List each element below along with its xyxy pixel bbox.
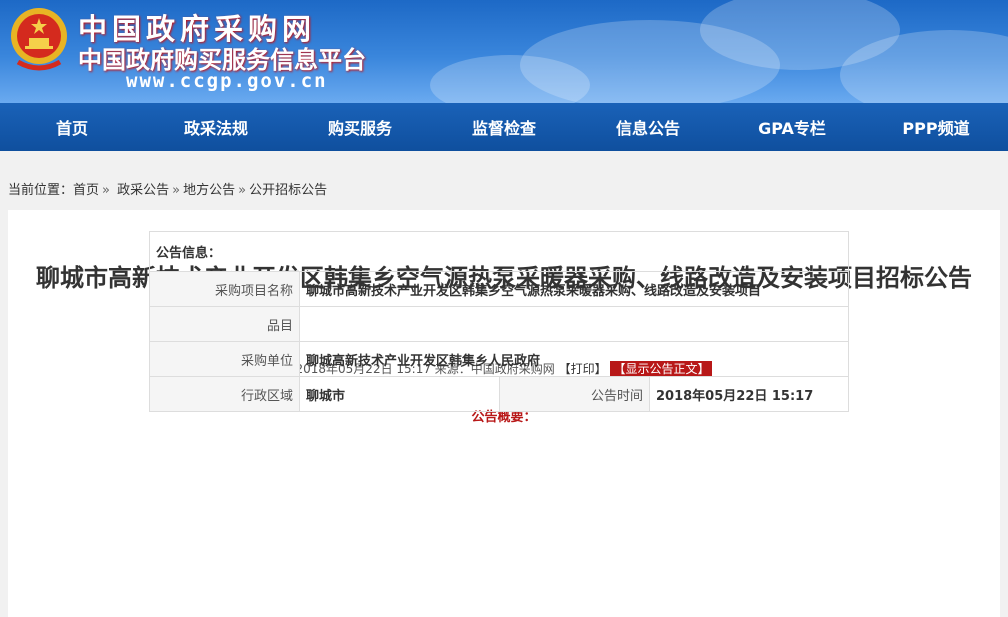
- nav-item-supervision[interactable]: 监督检查: [432, 103, 576, 151]
- table-row: 采购单位 聊城高新技术产业开发区韩集乡人民政府: [149, 341, 849, 377]
- item-label: 品目: [149, 306, 300, 342]
- nav-item-announcements[interactable]: 信息公告: [576, 103, 720, 151]
- breadcrumb-local-notices[interactable]: 地方公告: [183, 183, 235, 198]
- national-emblem-icon: [11, 8, 67, 71]
- item-value: [299, 306, 849, 342]
- table-header-row: 公告信息：: [149, 231, 849, 272]
- table-row: 品目: [149, 306, 849, 342]
- breadcrumb-home[interactable]: 首页: [73, 183, 99, 198]
- nav-item-gpa[interactable]: GPA专栏: [720, 103, 864, 151]
- announcement-time-label: 公告时间: [499, 376, 650, 412]
- table-row: 行政区域 聊城市 公告时间 2018年05月22日 15:17: [149, 376, 849, 412]
- nav-item-home[interactable]: 首页: [0, 103, 144, 151]
- breadcrumb-separator: »: [238, 183, 247, 198]
- breadcrumb: 当前位置：首页» 政采公告» 地方公告» 公开招标公告: [8, 179, 327, 198]
- region-value: 聊城市: [299, 376, 500, 412]
- table-row: 采购项目名称 聊城市高新技术产业开发区韩集乡空气源热泵采暖器采购、线路改造及安装…: [149, 271, 849, 307]
- nav-item-purchase-services[interactable]: 购买服务: [288, 103, 432, 151]
- breadcrumb-gov-procurement-notices[interactable]: 政采公告: [117, 183, 169, 198]
- header-banner: 中国政府采购网 中国政府购买服务信息平台 www.ccgp.gov.cn: [0, 0, 1008, 103]
- nav-item-regulations[interactable]: 政采法规: [144, 103, 288, 151]
- table-header-cell: 公告信息：: [149, 231, 849, 272]
- breadcrumb-separator: »: [102, 183, 110, 198]
- site-url[interactable]: www.ccgp.gov.cn: [126, 70, 328, 92]
- project-name-value: 聊城市高新技术产业开发区韩集乡空气源热泵采暖器采购、线路改造及安装项目: [299, 271, 849, 307]
- buyer-value: 聊城高新技术产业开发区韩集乡人民政府: [299, 341, 849, 377]
- project-name-label: 采购项目名称: [149, 271, 300, 307]
- breadcrumb-public-tender-notices[interactable]: 公开招标公告: [249, 183, 327, 198]
- region-label: 行政区域: [149, 376, 300, 412]
- main-nav: 首页 政采法规 购买服务 监督检查 信息公告 GPA专栏 PPP频道: [0, 103, 1008, 151]
- breadcrumb-prefix: 当前位置：: [8, 183, 74, 198]
- announcement-time-value: 2018年05月22日 15:17: [649, 376, 849, 412]
- breadcrumb-separator: »: [172, 183, 181, 198]
- announcement-info-table: 公告信息： 采购项目名称 聊城市高新技术产业开发区韩集乡空气源热泵采暖器采购、线…: [149, 231, 849, 412]
- nav-item-ppp[interactable]: PPP频道: [864, 103, 1008, 151]
- buyer-label: 采购单位: [149, 341, 300, 377]
